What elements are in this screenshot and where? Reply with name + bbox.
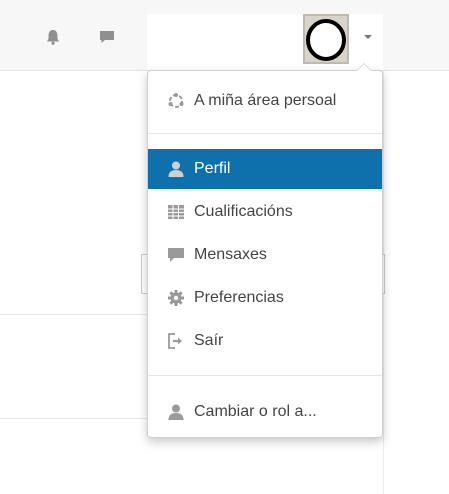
menu-item-label: A miña área persoal xyxy=(194,92,337,109)
dashboard-icon xyxy=(166,91,186,111)
user-icon xyxy=(166,402,186,422)
menu-item-label: Perfil xyxy=(194,160,231,177)
logout-icon xyxy=(166,331,186,351)
content-divider xyxy=(0,314,147,315)
chevron-down-icon[interactable] xyxy=(364,35,372,39)
menu-item-label: Saír xyxy=(194,332,224,349)
grades-table-icon xyxy=(166,202,186,222)
menu-item-dashboard[interactable]: A miña área persoal xyxy=(148,81,382,121)
menu-item-messages[interactable]: Mensaxes xyxy=(148,235,382,275)
menu-divider xyxy=(148,375,382,376)
menu-item-label: Preferencias xyxy=(194,289,284,306)
menu-item-grades[interactable]: Cualificacións xyxy=(148,192,382,232)
bell-icon[interactable] xyxy=(44,28,62,51)
chat-bubble-icon xyxy=(166,245,186,265)
content-divider xyxy=(0,418,147,419)
user-icon xyxy=(166,159,186,179)
menu-divider xyxy=(148,133,382,134)
menu-item-switch-role[interactable]: Cambiar o rol a... xyxy=(148,392,382,432)
menu-item-profile[interactable]: Perfil xyxy=(148,149,382,189)
menu-item-label: Cualificacións xyxy=(194,203,293,220)
menu-item-label: Cambiar o rol a... xyxy=(194,403,317,420)
menu-item-preferences[interactable]: Preferencias xyxy=(148,278,382,318)
menu-item-logout[interactable]: Saír xyxy=(148,321,382,361)
menu-item-label: Mensaxes xyxy=(194,246,267,263)
dropdown-arrow xyxy=(357,64,371,71)
gear-icon xyxy=(166,288,186,308)
user-dropdown-menu: A miña área persoal Perfil Cualificación… xyxy=(147,63,383,438)
avatar[interactable] xyxy=(303,14,349,64)
chat-bubble-icon[interactable] xyxy=(98,28,116,51)
